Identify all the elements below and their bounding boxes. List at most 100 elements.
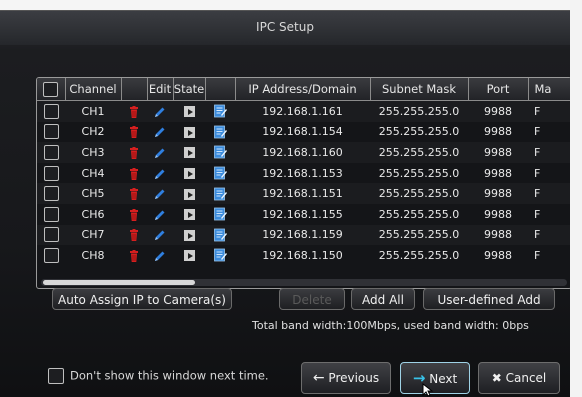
delete-cell[interactable] <box>121 100 147 122</box>
auto-assign-button[interactable]: Auto Assign IP to Camera(s) <box>52 288 232 310</box>
notepad-icon[interactable] <box>213 248 227 262</box>
play-icon[interactable] <box>183 209 195 221</box>
dont-show-option[interactable]: Don't show this window next time. <box>48 368 269 384</box>
row-checkbox[interactable] <box>43 144 59 160</box>
play-icon[interactable] <box>183 250 195 262</box>
table-row[interactable]: CH5 192.168.1.151 255.255.255.0 9988 F <box>37 183 571 204</box>
row-select-cell[interactable] <box>37 204 65 225</box>
delete-button[interactable]: Delete <box>279 288 345 310</box>
row-select-cell[interactable] <box>37 224 65 246</box>
notes-cell[interactable] <box>205 100 235 122</box>
dont-show-checkbox[interactable] <box>48 368 64 384</box>
pencil-icon[interactable] <box>154 167 166 180</box>
trash-icon[interactable] <box>129 105 139 118</box>
scrollbar-thumb[interactable] <box>43 280 195 285</box>
notes-cell[interactable] <box>205 245 235 266</box>
table-row[interactable]: CH1 192.168.1.161 255.255.255.0 9988 F <box>37 100 571 122</box>
edit-cell[interactable] <box>147 204 173 225</box>
notes-cell[interactable] <box>205 122 235 143</box>
select-all-header[interactable] <box>37 78 66 101</box>
trash-icon[interactable] <box>129 228 139 242</box>
notepad-icon[interactable] <box>213 166 227 180</box>
user-defined-add-button[interactable]: User-defined Add <box>423 288 555 310</box>
pencil-icon[interactable] <box>154 228 166 241</box>
row-checkbox[interactable] <box>43 186 59 202</box>
edit-cell[interactable] <box>147 122 173 143</box>
row-checkbox[interactable] <box>43 247 59 263</box>
table-row[interactable]: CH4 192.168.1.153 255.255.255.0 9988 F <box>37 163 571 184</box>
notes-cell[interactable] <box>205 163 235 184</box>
row-select-cell[interactable] <box>37 122 65 143</box>
pencil-icon[interactable] <box>154 125 166 138</box>
trash-icon[interactable] <box>129 167 139 180</box>
delete-cell[interactable] <box>121 142 147 163</box>
edit-cell[interactable] <box>147 142 173 163</box>
pencil-icon[interactable] <box>154 187 166 200</box>
edit-cell[interactable] <box>147 245 173 266</box>
edit-cell[interactable] <box>147 224 173 246</box>
notes-cell[interactable] <box>205 142 235 163</box>
add-all-button[interactable]: Add All <box>351 288 415 310</box>
state-cell[interactable] <box>173 224 205 246</box>
delete-cell[interactable] <box>121 163 147 184</box>
row-checkbox[interactable] <box>43 165 59 181</box>
row-select-cell[interactable] <box>37 163 65 184</box>
notes-cell[interactable] <box>205 224 235 246</box>
play-icon[interactable] <box>183 147 195 159</box>
row-select-cell[interactable] <box>37 142 65 163</box>
row-select-cell[interactable] <box>37 183 65 204</box>
notepad-icon[interactable] <box>213 187 227 201</box>
notepad-icon[interactable] <box>213 207 227 221</box>
delete-cell[interactable] <box>121 245 147 266</box>
edit-cell[interactable] <box>147 100 173 122</box>
play-icon[interactable] <box>183 188 195 200</box>
table-row[interactable]: CH7 192.168.1.159 255.255.255.0 9988 F <box>37 224 571 246</box>
trash-icon[interactable] <box>129 187 139 201</box>
row-select-cell[interactable] <box>37 100 65 122</box>
previous-button[interactable]: ← Previous <box>301 362 391 394</box>
pencil-icon[interactable] <box>154 249 166 262</box>
pencil-icon[interactable] <box>154 146 166 159</box>
state-cell[interactable] <box>173 122 205 143</box>
row-select-cell[interactable] <box>37 245 65 266</box>
row-checkbox[interactable] <box>43 227 59 243</box>
row-checkbox[interactable] <box>43 124 59 140</box>
delete-cell[interactable] <box>121 224 147 246</box>
cancel-button[interactable]: ✖ Cancel <box>478 362 560 394</box>
select-all-checkbox[interactable] <box>43 81 59 97</box>
row-checkbox[interactable] <box>43 103 59 119</box>
play-icon[interactable] <box>183 106 195 118</box>
edit-cell[interactable] <box>147 183 173 204</box>
pencil-icon[interactable] <box>154 105 166 118</box>
trash-icon[interactable] <box>129 208 139 221</box>
table-row[interactable]: CH6 192.168.1.155 255.255.255.0 9988 F <box>37 204 571 225</box>
next-button[interactable]: → Next <box>400 362 470 394</box>
edit-cell[interactable] <box>147 163 173 184</box>
delete-cell[interactable] <box>121 122 147 143</box>
state-cell[interactable] <box>173 204 205 225</box>
trash-icon[interactable] <box>129 125 139 139</box>
notepad-icon[interactable] <box>213 145 227 159</box>
play-icon[interactable] <box>183 168 195 180</box>
state-cell[interactable] <box>173 163 205 184</box>
state-cell[interactable] <box>173 142 205 163</box>
notes-cell[interactable] <box>205 204 235 225</box>
table-row[interactable]: CH8 192.168.1.150 255.255.255.0 9988 F <box>37 245 571 266</box>
notes-cell[interactable] <box>205 183 235 204</box>
notepad-icon[interactable] <box>213 228 227 242</box>
delete-cell[interactable] <box>121 204 147 225</box>
state-cell[interactable] <box>173 100 205 122</box>
notepad-icon[interactable] <box>213 125 227 139</box>
play-icon[interactable] <box>183 126 195 138</box>
state-cell[interactable] <box>173 245 205 266</box>
horizontal-scrollbar[interactable] <box>41 279 567 286</box>
notepad-icon[interactable] <box>213 104 227 118</box>
table-row[interactable]: CH2 192.168.1.154 255.255.255.0 9988 F <box>37 122 571 143</box>
play-icon[interactable] <box>183 229 195 241</box>
table-row[interactable]: CH3 192.168.1.160 255.255.255.0 9988 F <box>37 142 571 163</box>
delete-cell[interactable] <box>121 183 147 204</box>
pencil-icon[interactable] <box>154 208 166 221</box>
state-cell[interactable] <box>173 183 205 204</box>
row-checkbox[interactable] <box>43 206 59 222</box>
trash-icon[interactable] <box>129 249 139 262</box>
